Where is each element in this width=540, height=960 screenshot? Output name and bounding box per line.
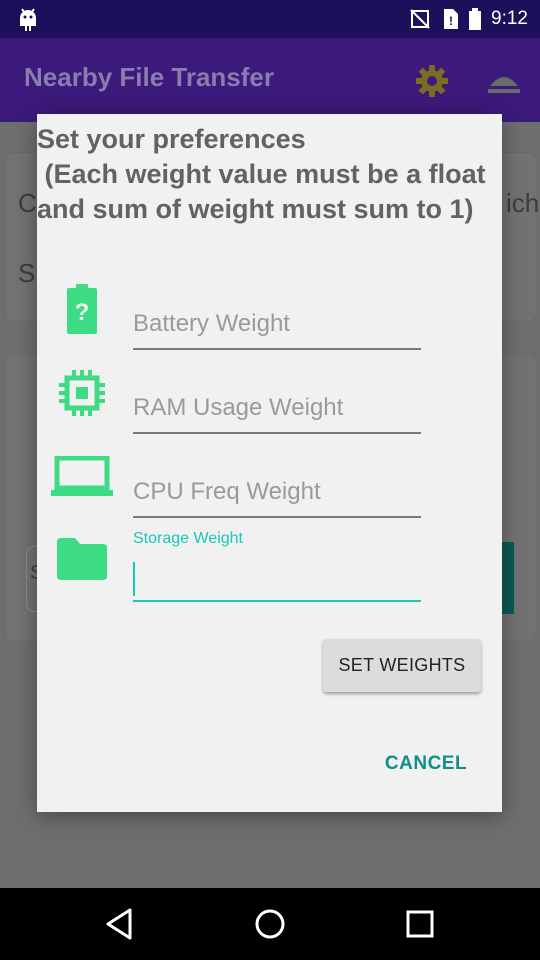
back-icon[interactable] — [102, 906, 138, 942]
battery-weight-field[interactable]: Battery Weight — [133, 308, 421, 352]
app-bar: Nearby File Transfer — [0, 38, 540, 122]
text-cursor — [133, 562, 135, 596]
battery-unknown-icon: ? — [67, 284, 97, 334]
no-sim-icon: ! — [444, 9, 459, 29]
background-button — [500, 542, 514, 614]
memory-chip-icon — [59, 370, 105, 416]
input-underline — [133, 348, 421, 350]
background-text: ich — [506, 188, 540, 218]
input-underline — [133, 516, 421, 518]
ram-usage-weight-field[interactable]: RAM Usage Weight — [133, 392, 421, 436]
input-underline — [133, 600, 421, 602]
preferences-dialog: Set your preferences (Each weight value … — [37, 114, 502, 812]
svg-text:!: ! — [449, 14, 453, 28]
notifications-off-icon — [410, 9, 430, 29]
status-time: 9:12 — [491, 8, 528, 29]
recents-icon[interactable] — [402, 906, 438, 942]
battery-icon — [469, 8, 482, 30]
settings-gear-icon[interactable] — [415, 64, 449, 98]
storage-weight-field[interactable]: Storage Weight — [133, 530, 421, 604]
navigation-bar — [0, 888, 540, 960]
battery-weight-placeholder: Battery Weight — [133, 310, 290, 337]
storage-weight-label: Storage Weight — [133, 530, 243, 547]
home-icon[interactable] — [252, 906, 288, 942]
cpu-freq-weight-placeholder: CPU Freq Weight — [133, 478, 321, 505]
svg-text:?: ? — [75, 299, 90, 326]
background-text: S — [18, 258, 36, 288]
cpu-freq-weight-field[interactable]: CPU Freq Weight — [133, 476, 421, 520]
laptop-icon — [51, 456, 113, 496]
ram-usage-weight-placeholder: RAM Usage Weight — [133, 394, 344, 421]
dialog-title: Set your preferences (Each weight value … — [37, 124, 486, 224]
input-underline — [133, 432, 421, 434]
set-weights-button[interactable]: SET WEIGHTS — [323, 639, 481, 692]
cancel-button[interactable]: CANCEL — [375, 746, 477, 782]
app-title: Nearby File Transfer — [24, 62, 274, 92]
eject-icon[interactable] — [486, 68, 522, 96]
folder-icon — [57, 538, 107, 580]
background-text: C — [18, 188, 37, 218]
android-icon — [20, 8, 36, 31]
status-bar: ! 9:12 — [0, 0, 540, 38]
